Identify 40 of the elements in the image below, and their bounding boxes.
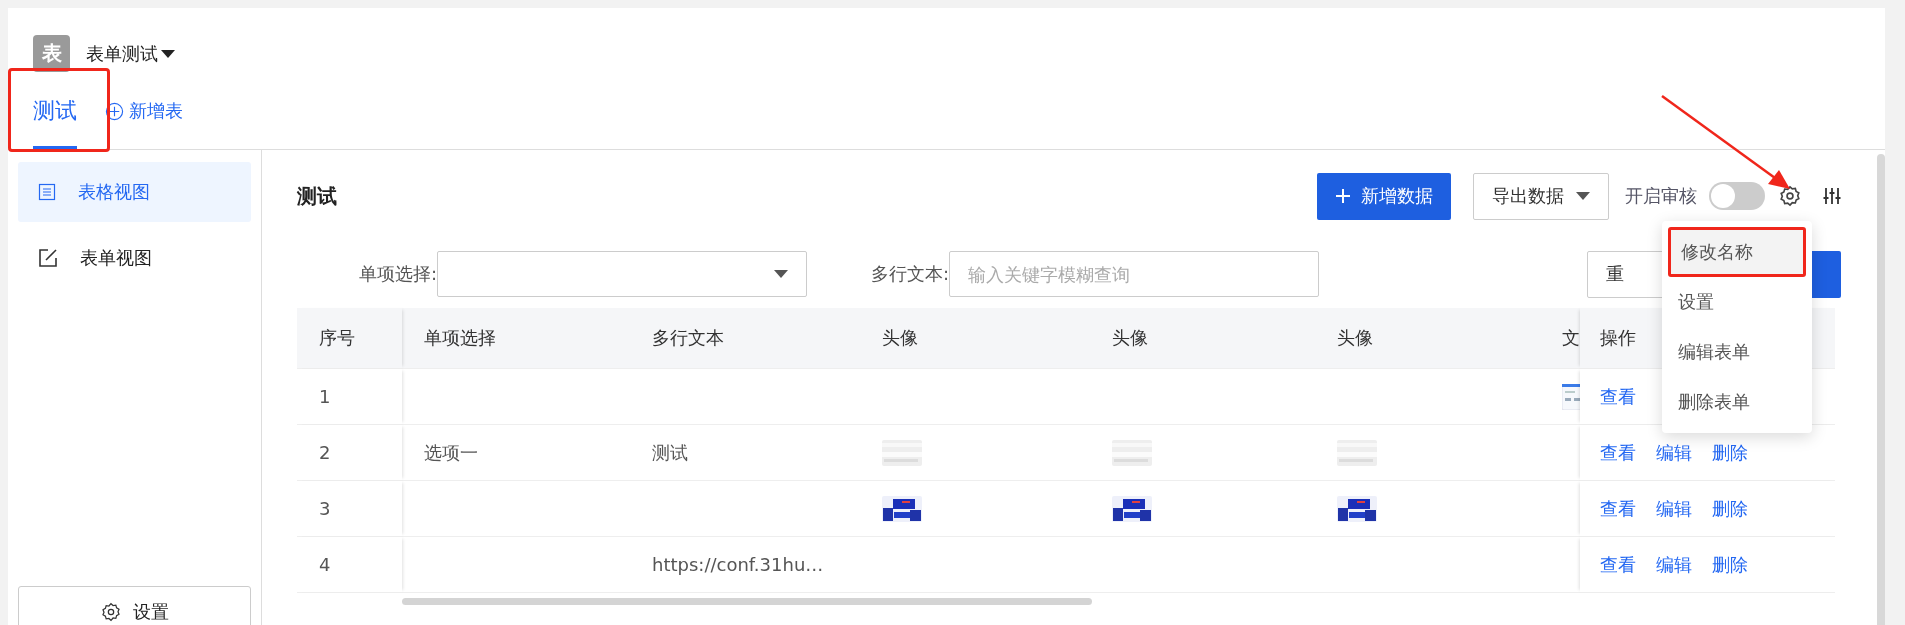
table-cell: 选项一: [424, 440, 478, 465]
settings-button[interactable]: 设置: [18, 586, 251, 625]
row-action-link[interactable]: 查看: [1600, 552, 1636, 577]
filter-label: 多行文本:: [869, 262, 949, 286]
row-action-link[interactable]: 删除: [1712, 440, 1748, 465]
row-action-link[interactable]: 删除: [1712, 496, 1748, 521]
add-data-button[interactable]: 新增数据: [1317, 172, 1451, 220]
form-title-dropdown[interactable]: 表单测试: [86, 41, 175, 66]
row-action-link[interactable]: 编辑: [1656, 552, 1692, 577]
column-header: 头像: [1336, 326, 1374, 350]
row-action-link[interactable]: 查看: [1600, 496, 1636, 521]
column-header: 序号: [297, 308, 402, 368]
column-header: 头像: [881, 326, 919, 350]
row-action-link[interactable]: 删除: [1712, 552, 1748, 577]
app-logo: 表: [33, 35, 70, 72]
row-action-link[interactable]: 编辑: [1656, 496, 1692, 521]
row-action-link[interactable]: 查看: [1600, 440, 1636, 465]
table-cell: 3: [319, 498, 331, 519]
row-action-link[interactable]: 编辑: [1656, 440, 1692, 465]
add-table-link[interactable]: 新增表: [105, 99, 183, 123]
review-label: 开启审核: [1625, 184, 1697, 208]
table-cell: https://conf.31hu…: [652, 554, 824, 575]
table-cell: 2: [319, 442, 331, 463]
table-cell: 测试: [652, 440, 688, 465]
column-header: 单项选择: [423, 326, 497, 350]
column-header: 头像: [1111, 326, 1149, 350]
table-cell: 1: [319, 386, 331, 407]
column-header: 多行文本: [651, 326, 725, 350]
text-field[interactable]: 输入关键字模糊查询: [949, 251, 1319, 297]
tab[interactable]: 测试: [33, 72, 77, 150]
export-data-button[interactable]: 导出数据: [1473, 172, 1609, 220]
menu-item[interactable]: 删除表单: [1662, 377, 1812, 427]
filter-label: 单项选择:: [357, 262, 437, 286]
sidebar-item[interactable]: 表单视图: [18, 228, 251, 288]
row-action-link[interactable]: 查看: [1600, 384, 1636, 409]
column-header: 文: [1561, 326, 1580, 350]
menu-item[interactable]: 修改名称: [1668, 227, 1806, 277]
sidebar-item[interactable]: 表格视图: [18, 162, 251, 222]
page-title: 测试: [297, 182, 337, 210]
table-cell: 4: [319, 554, 331, 575]
